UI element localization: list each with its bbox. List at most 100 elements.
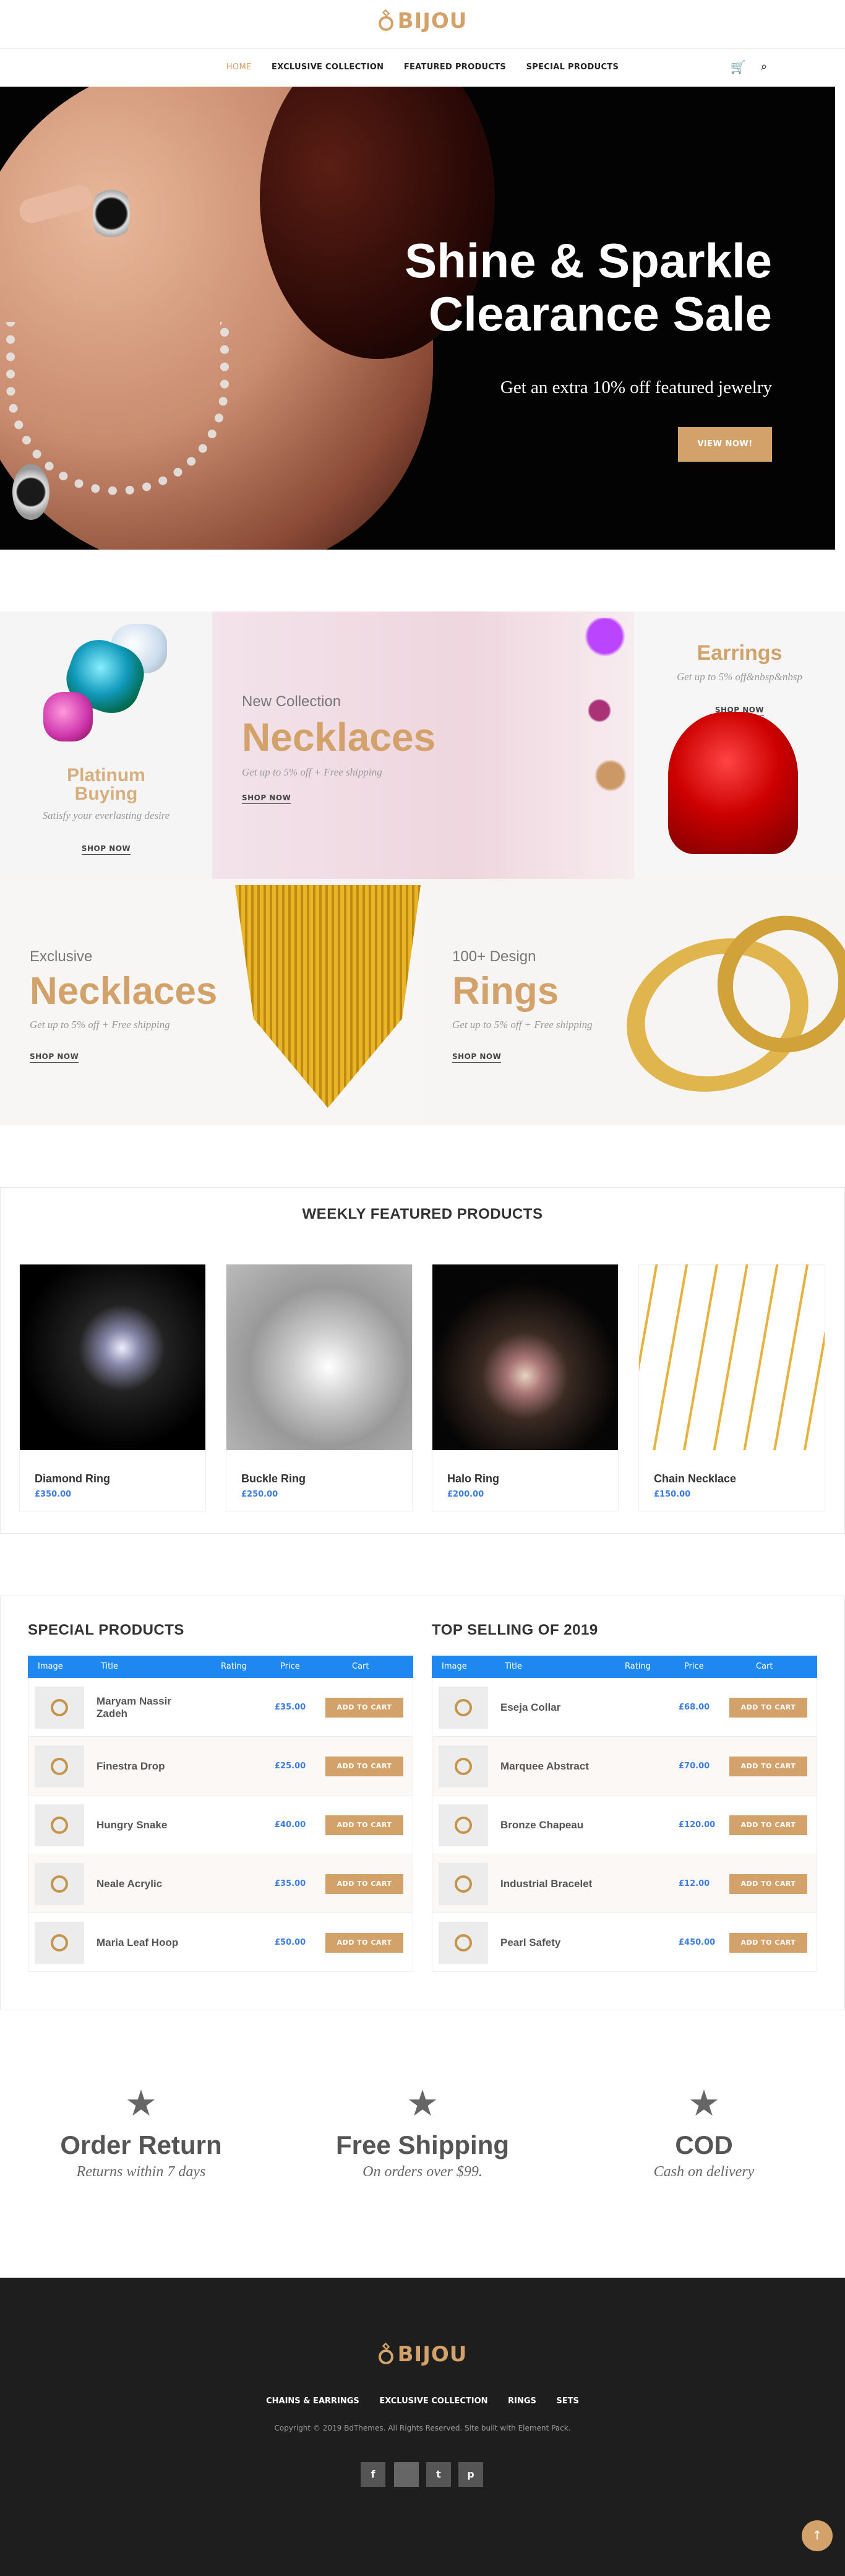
feature-title: Order Return xyxy=(60,2130,222,2159)
view-now-button[interactable]: VIEW NOW! xyxy=(678,427,772,462)
nav-special-products[interactable]: SPECIAL PRODUCTS xyxy=(526,57,619,78)
add-to-cart-button[interactable]: ADD TO CART xyxy=(325,1757,403,1776)
add-to-cart-button[interactable]: ADD TO CART xyxy=(325,1933,403,1953)
product-thumb[interactable] xyxy=(35,1804,84,1846)
row-title[interactable]: Eseja Collar xyxy=(500,1678,599,1737)
table-row: Finestra Drop £25.00 ADD TO CART xyxy=(28,1737,413,1796)
add-to-cart-button[interactable]: ADD TO CART xyxy=(729,1933,807,1953)
product-thumb[interactable] xyxy=(439,1863,488,1905)
hero-banner: Shine & Sparkle Clearance Sale Get an ext… xyxy=(0,87,835,550)
row-title[interactable]: Bronze Chapeau xyxy=(500,1796,599,1854)
product-card[interactable]: Halo Ring £200.00 xyxy=(432,1264,619,1511)
row-title[interactable]: Neale Acrylic xyxy=(97,1854,195,1913)
row-price: £25.00 xyxy=(275,1761,306,1771)
hero-title: Shine & Sparkle Clearance Sale xyxy=(346,234,772,340)
amethyst-necklace-image xyxy=(577,618,633,803)
add-to-cart-button[interactable]: ADD TO CART xyxy=(325,1815,403,1835)
column-title[interactable]: Title xyxy=(505,1656,522,1678)
top-selling-title: TOP SELLING OF 2019 xyxy=(432,1622,598,1638)
brand-logo[interactable]: BIJOU xyxy=(0,9,845,46)
promo-new-link[interactable]: SHOP NOW xyxy=(242,793,291,804)
table-row: Maria Leaf Hoop £50.00 ADD TO CART xyxy=(28,1913,413,1972)
row-title[interactable]: Hungry Snake xyxy=(97,1796,195,1854)
add-to-cart-button[interactable]: ADD TO CART xyxy=(729,1757,807,1776)
product-name[interactable]: Buckle Ring xyxy=(241,1472,306,1485)
ring-logo-icon xyxy=(378,2342,394,2366)
promo-platinum[interactable]: Platinum Buying Satisfy your everlasting … xyxy=(0,612,212,879)
add-to-cart-button[interactable]: ADD TO CART xyxy=(325,1698,403,1718)
row-price: £12.00 xyxy=(679,1879,710,1888)
diamond-ring-image xyxy=(20,1264,205,1450)
product-name[interactable]: Chain Necklace xyxy=(654,1472,736,1485)
nav-home[interactable]: HOME xyxy=(226,57,252,78)
promo-rings-title: Rings xyxy=(452,970,559,1013)
product-name[interactable]: Diamond Ring xyxy=(35,1472,110,1485)
ring-logo-icon xyxy=(378,9,394,32)
column-title[interactable]: Title xyxy=(101,1656,118,1678)
column-image[interactable]: Image xyxy=(38,1656,63,1678)
row-price: £35.00 xyxy=(275,1879,306,1888)
special-products-title: SPECIAL PRODUCTS xyxy=(28,1622,184,1638)
product-thumb[interactable] xyxy=(35,1745,84,1787)
google-icon[interactable] xyxy=(394,2462,419,2487)
product-thumb[interactable] xyxy=(35,1922,84,1964)
product-thumb[interactable] xyxy=(439,1687,488,1729)
product-thumb[interactable] xyxy=(35,1687,84,1729)
row-price: £50.00 xyxy=(275,1938,306,1947)
add-to-cart-button[interactable]: ADD TO CART xyxy=(729,1815,807,1835)
promo-earrings-title: Earrings xyxy=(697,641,783,665)
row-title[interactable]: Marquee Abstract xyxy=(500,1737,599,1796)
footer-link-sets[interactable]: SETS xyxy=(556,2397,578,2406)
product-thumb[interactable] xyxy=(439,1922,488,1964)
nav-featured-products[interactable]: FEATURED PRODUCTS xyxy=(404,57,506,78)
table-row: Industrial Bracelet £12.00 ADD TO CART xyxy=(432,1854,817,1913)
weekly-featured-title: WEEKLY FEATURED PRODUCTS xyxy=(302,1206,543,1222)
promo-platinum-desc: Satisfy your everlasting desire xyxy=(42,810,170,821)
twitter-icon[interactable]: t xyxy=(426,2462,451,2487)
product-card[interactable]: Chain Necklace £150.00 xyxy=(638,1264,825,1511)
footer-link-chains-earrings[interactable]: CHAINS & EARRINGS xyxy=(266,2397,359,2406)
nav-exclusive-collection[interactable]: EXCLUSIVE COLLECTION xyxy=(272,57,384,78)
facebook-icon[interactable]: f xyxy=(361,2462,385,2487)
pinterest-icon[interactable]: p xyxy=(458,2462,483,2487)
table-row: Maryam Nassir Zadeh £35.00 ADD TO CART xyxy=(28,1678,413,1737)
product-name[interactable]: Halo Ring xyxy=(447,1472,499,1485)
product-thumb[interactable] xyxy=(439,1745,488,1787)
column-image[interactable]: Image xyxy=(442,1656,467,1678)
column-price[interactable]: Price xyxy=(280,1656,300,1678)
table-row: Bronze Chapeau £120.00 ADD TO CART xyxy=(432,1796,817,1854)
product-card[interactable]: Diamond Ring £350.00 xyxy=(19,1264,206,1511)
footer-link-rings[interactable]: RINGS xyxy=(508,2397,536,2406)
feature-order-return: ★ Order Return Returns within 7 days xyxy=(30,2085,252,2181)
promo-rings-link[interactable]: SHOP NOW xyxy=(452,1052,502,1063)
footer-link-exclusive-collection[interactable]: EXCLUSIVE COLLECTION xyxy=(379,2397,487,2406)
cart-icon[interactable]: 🛒 xyxy=(730,59,746,75)
promo-platinum-title-line1: Platinum xyxy=(67,765,145,785)
product-thumb[interactable] xyxy=(439,1804,488,1846)
footer-nav: CHAINS & EARRINGS EXCLUSIVE COLLECTION R… xyxy=(0,2397,845,2406)
row-title[interactable]: Pearl Safety xyxy=(500,1913,599,1972)
row-title[interactable]: Maria Leaf Hoop xyxy=(97,1913,195,1972)
column-rating[interactable]: Rating xyxy=(221,1656,247,1678)
table-row: Neale Acrylic £35.00 ADD TO CART xyxy=(28,1854,413,1913)
promo-exclusive-link[interactable]: SHOP NOW xyxy=(30,1052,79,1063)
product-price: £250.00 xyxy=(241,1490,278,1499)
promo-platinum-link[interactable]: SHOP NOW xyxy=(81,844,131,855)
row-title[interactable]: Industrial Bracelet xyxy=(500,1854,599,1913)
promo-new-necklaces[interactable]: New Collection Necklaces Get up to 5% of… xyxy=(212,612,634,879)
back-to-top-button[interactable]: ↑ xyxy=(802,2520,833,2551)
row-title[interactable]: Maryam Nassir Zadeh xyxy=(97,1678,195,1737)
row-price: £450.00 xyxy=(679,1938,716,1947)
hero-earring-shape xyxy=(93,179,130,248)
footer-logo[interactable]: BIJOU xyxy=(0,2342,845,2379)
column-rating[interactable]: Rating xyxy=(625,1656,651,1678)
product-card[interactable]: Buckle Ring £250.00 xyxy=(226,1264,413,1511)
add-to-cart-button[interactable]: ADD TO CART xyxy=(729,1698,807,1718)
add-to-cart-button[interactable]: ADD TO CART xyxy=(729,1874,807,1894)
column-price[interactable]: Price xyxy=(684,1656,704,1678)
search-icon[interactable]: ⌕ xyxy=(756,59,772,75)
product-thumb[interactable] xyxy=(35,1863,84,1905)
row-title[interactable]: Finestra Drop xyxy=(97,1737,195,1796)
add-to-cart-button[interactable]: ADD TO CART xyxy=(325,1874,403,1894)
copyright-text: Copyright © 2019 BdThemes. All Rights Re… xyxy=(274,2424,571,2432)
